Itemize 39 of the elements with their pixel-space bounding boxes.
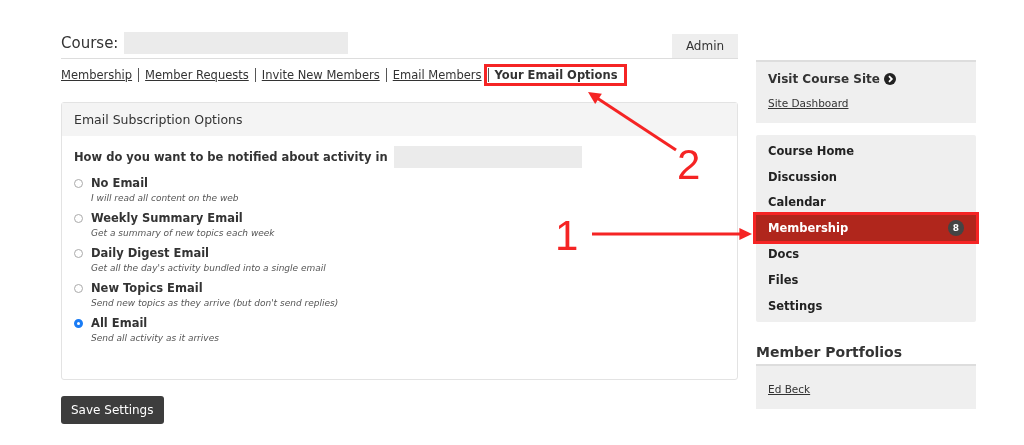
section-title: Member Portfolios (756, 343, 904, 360)
visit-site-link[interactable]: Visit Course Site (768, 72, 964, 86)
option-label: New Topics Email (91, 281, 204, 295)
arrow-circle-icon (883, 73, 896, 85)
callout-number: 2 (677, 144, 701, 186)
radio-button[interactable] (74, 284, 83, 293)
option-description: Send new topics as they arrive (but don't send replies) (91, 298, 339, 308)
tab-link[interactable]: Invite New Members (254, 68, 386, 82)
portfolio-link[interactable]: Ed Beck (768, 382, 811, 395)
dashboard-link[interactable]: Site Dashboard (768, 97, 849, 109)
option-label: No Email (91, 176, 149, 190)
nav-item[interactable]: Course Home (756, 138, 976, 164)
option-label: All Email (91, 316, 149, 330)
nav-item[interactable]: Discussion (756, 163, 976, 190)
panel-title: Email Subscription Options (62, 103, 737, 136)
question-text: How do you want to be notified about activity in (74, 150, 388, 164)
nav-item[interactable]: Settings (756, 292, 976, 319)
tab-link[interactable]: Email Members (385, 68, 488, 82)
option-description: I will read all content on the web (91, 193, 239, 203)
save-button[interactable]: Save Settings (61, 396, 164, 424)
tab-link[interactable]: Member Requests (138, 68, 255, 82)
tab-link[interactable]: Membership (61, 68, 139, 82)
radio-button[interactable] (74, 249, 83, 258)
nav-item[interactable]: Docs (756, 241, 976, 267)
option-description: Get a summary of new topics each week (91, 228, 275, 238)
nav-item[interactable]: Calendar (756, 189, 976, 216)
option-description: Send all activity as it arrives (91, 333, 219, 343)
nav-item[interactable]: Membership 8 (756, 215, 976, 242)
admin-button[interactable]: Admin (672, 34, 738, 58)
nav-item[interactable]: Files (756, 267, 976, 293)
option-label: Weekly Summary Email (91, 211, 244, 225)
callout-number: 1 (555, 215, 579, 257)
radio-button[interactable] (74, 319, 83, 328)
count-badge: 8 (948, 220, 964, 237)
option-label: Daily Digest Email (91, 246, 211, 260)
option-description: Get all the day's activity bundled into a single email (91, 263, 326, 273)
radio-button[interactable] (74, 214, 83, 223)
radio-button[interactable] (74, 179, 83, 188)
course-label: Course: (61, 34, 119, 52)
